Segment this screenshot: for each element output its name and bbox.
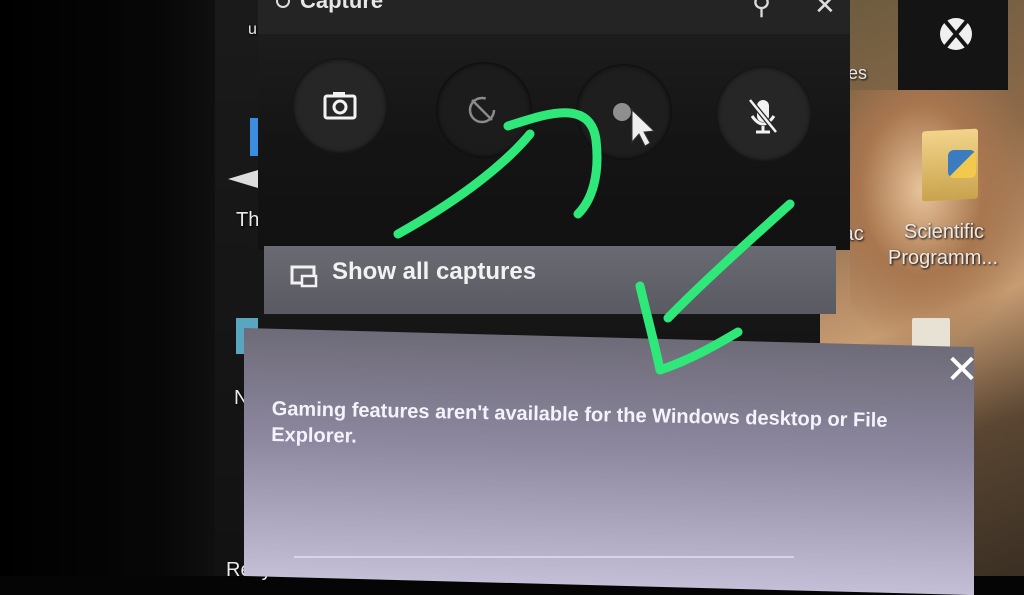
screenshot-button[interactable] [292, 58, 388, 154]
camera-icon [323, 92, 357, 120]
close-icon[interactable]: ✕ [944, 350, 980, 390]
folder-label-line1[interactable]: Scientific [904, 222, 984, 243]
wallpaper-photo [850, 90, 1024, 340]
xbox-icon [940, 18, 972, 50]
desktop-label: es [848, 63, 868, 83]
show-all-captures-label[interactable]: Show all captures [332, 258, 536, 286]
desktop-label: u [248, 21, 257, 38]
desktop-shortcut-arrow-icon [228, 170, 258, 188]
mic-off-icon [748, 98, 778, 134]
folder-label-line2[interactable]: Programm... [888, 248, 998, 269]
record-dot-icon [613, 103, 656, 147]
mic-toggle-button[interactable] [716, 66, 812, 162]
desktop-background-left [0, 0, 230, 576]
record-history-icon [468, 96, 496, 124]
start-recording-button[interactable] [576, 64, 672, 160]
record-last-30s-button[interactable] [436, 62, 532, 158]
desktop-icon-fragment [250, 118, 258, 156]
python-icon [948, 150, 976, 178]
mouse-cursor-icon [631, 108, 656, 147]
gallery-icon [290, 265, 318, 288]
close-icon[interactable]: ✕ [814, 0, 836, 21]
toast-divider [294, 556, 794, 558]
capture-title: Capture [300, 0, 384, 13]
pin-icon[interactable]: ⚲ [752, 0, 771, 21]
notification-toast [244, 328, 974, 595]
